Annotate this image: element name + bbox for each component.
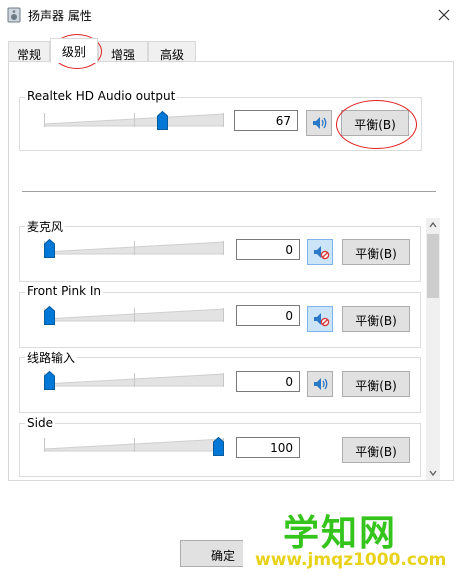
input-value-1[interactable]: 0 [236, 305, 300, 326]
inputs-scrollbar[interactable] [426, 218, 440, 480]
input-slider-0[interactable] [44, 241, 224, 255]
main-output-label: Realtek HD Audio output [25, 89, 178, 103]
window-title: 扬声器 属性 [28, 9, 92, 23]
input-mute-button-0[interactable] [307, 239, 333, 265]
watermark: 学知网 www.jmqz1000.com [243, 500, 462, 578]
input-slider-3[interactable] [44, 438, 224, 452]
main-mute-button[interactable] [306, 110, 332, 136]
scroll-down-icon[interactable] [426, 466, 440, 480]
input-balance-button-3[interactable]: 平衡(B) [342, 437, 410, 463]
input-balance-button-2[interactable]: 平衡(B) [342, 371, 410, 397]
scrollbar-thumb[interactable] [427, 234, 439, 298]
input-label-0: 麦克风 [25, 218, 66, 235]
speaker-muted-icon [314, 246, 330, 260]
speaker-device-icon [7, 7, 21, 23]
main-volume-slider-thumb[interactable] [157, 111, 169, 130]
input-label-3: Side [25, 416, 55, 430]
main-volume-slider[interactable] [44, 113, 224, 127]
input-value-0[interactable]: 0 [236, 239, 300, 260]
watermark-url: www.jmqz1000.com [255, 550, 447, 570]
title-bar: 扬声器 属性 [0, 0, 462, 30]
input-slider-1[interactable] [44, 308, 224, 322]
input-value-2[interactable]: 0 [236, 371, 300, 392]
close-icon[interactable] [432, 4, 456, 26]
tab-advanced[interactable]: 高级 [148, 41, 196, 63]
input-slider-thumb-1[interactable] [44, 306, 55, 325]
input-balance-button-0[interactable]: 平衡(B) [342, 239, 410, 265]
speaker-icon [313, 117, 327, 129]
tab-levels[interactable]: 级别 [50, 38, 98, 63]
input-slider-2[interactable] [44, 373, 224, 387]
input-slider-thumb-3[interactable] [213, 437, 224, 456]
main-volume-value[interactable]: 67 [234, 110, 298, 131]
input-mute-button-1[interactable] [307, 306, 333, 332]
speaker-icon [314, 378, 328, 390]
tab-enhancements[interactable]: 增强 [98, 41, 148, 63]
input-label-1: Front Pink In [25, 284, 103, 298]
input-slider-thumb-0[interactable] [44, 239, 55, 258]
scroll-up-icon[interactable] [426, 218, 440, 232]
tab-general[interactable]: 常规 [8, 41, 50, 63]
speaker-muted-icon [314, 313, 330, 327]
main-balance-button[interactable]: 平衡(B) [341, 110, 409, 136]
input-value-3[interactable]: 100 [236, 437, 300, 458]
watermark-text: 学知网 [283, 513, 398, 554]
input-label-2: 线路输入 [25, 349, 78, 366]
input-balance-button-1[interactable]: 平衡(B) [342, 306, 410, 332]
input-mute-button-2[interactable] [307, 371, 333, 397]
input-slider-thumb-2[interactable] [44, 371, 55, 390]
separator [22, 191, 436, 192]
